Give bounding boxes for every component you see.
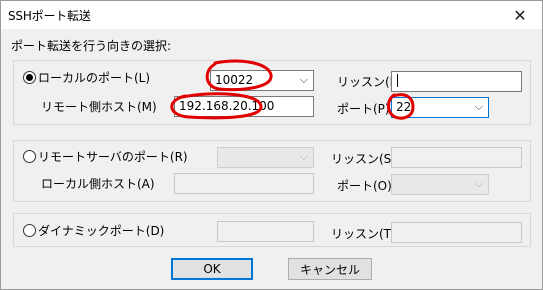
remote-host-input[interactable]: 192.168.20.100 bbox=[174, 96, 314, 117]
radio-unselected-icon bbox=[23, 150, 36, 163]
remote-port-label: ポート(P) bbox=[337, 102, 390, 116]
remote-listen-label: リッスン(S) bbox=[331, 152, 396, 166]
chevron-down-icon: ⌵ bbox=[474, 177, 483, 190]
remote-listen-input[interactable] bbox=[391, 147, 522, 168]
radio-unselected-icon bbox=[23, 224, 36, 237]
chevron-down-icon: ⌵ bbox=[299, 73, 308, 86]
remote-host-label: リモート側ホスト(M) bbox=[41, 100, 157, 114]
ssh-port-forwarding-dialog: SSHポート転送 ✕ ポート転送を行う向きの選択: ローカルのポート(L) 10… bbox=[0, 0, 543, 290]
window-title: SSHポート転送 bbox=[8, 9, 91, 23]
ok-button[interactable]: OK bbox=[171, 258, 253, 280]
dynamic-listen-label: リッスン(T) bbox=[331, 227, 396, 241]
remote-port-value: 22 bbox=[396, 100, 414, 114]
dynamic-port-radio[interactable]: ダイナミックポート(D) bbox=[23, 222, 164, 239]
dynamic-port-input[interactable] bbox=[217, 221, 314, 242]
dynamic-listen-input[interactable] bbox=[391, 222, 522, 243]
chevron-down-icon: ⌵ bbox=[474, 100, 483, 113]
cancel-button[interactable]: キャンセル bbox=[288, 258, 372, 280]
remote-port-radio-label: リモートサーバのポート(R) bbox=[38, 150, 188, 164]
local-listen-label: リッスン(I) bbox=[337, 75, 398, 89]
remote-section-port-label: ポート(O) bbox=[337, 179, 392, 193]
close-button[interactable]: ✕ bbox=[498, 1, 542, 29]
close-icon: ✕ bbox=[513, 5, 527, 25]
local-listen-input[interactable] bbox=[391, 71, 522, 92]
radio-selected-icon bbox=[23, 71, 36, 84]
local-port-value: 10022 bbox=[215, 73, 254, 87]
title-bar: SSHポート転送 ✕ bbox=[1, 1, 542, 29]
dynamic-port-radio-label: ダイナミックポート(D) bbox=[38, 224, 165, 238]
local-host-label: ローカル側ホスト(A) bbox=[41, 177, 155, 191]
remote-server-port-combo[interactable]: ⌵ bbox=[217, 147, 314, 168]
remote-port-combo[interactable]: 22 ⌵ bbox=[391, 97, 489, 118]
remote-port-radio[interactable]: リモートサーバのポート(R) bbox=[23, 148, 188, 165]
direction-instruction: ポート転送を行う向きの選択: bbox=[11, 39, 172, 53]
local-port-radio[interactable]: ローカルのポート(L) bbox=[23, 69, 150, 86]
local-host-input[interactable] bbox=[174, 173, 314, 194]
local-port-combo[interactable]: 10022 ⌵ bbox=[210, 70, 314, 91]
remote-section-port-combo[interactable]: ⌵ bbox=[391, 174, 489, 195]
local-port-radio-label: ローカルのポート(L) bbox=[38, 71, 151, 85]
chevron-down-icon: ⌵ bbox=[299, 150, 308, 163]
